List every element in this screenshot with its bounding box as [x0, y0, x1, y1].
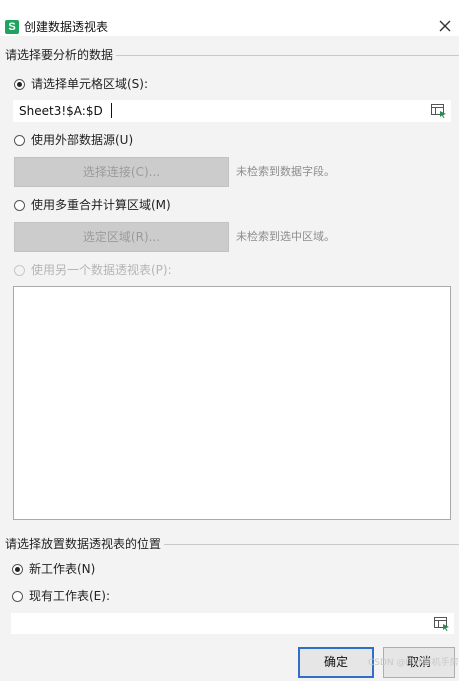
radio-other-pivot-table-indicator	[14, 264, 25, 276]
ok-button[interactable]: 确定	[298, 647, 374, 678]
radio-multiple-consolidation[interactable]: 使用多重合并计算区域(M)	[14, 197, 171, 213]
range-picker-icon[interactable]	[434, 617, 450, 631]
radio-select-range-label: 请选择单元格区域(S):	[31, 77, 149, 91]
radio-select-range[interactable]: 请选择单元格区域(S):	[14, 76, 148, 92]
radio-select-range-indicator[interactable]	[14, 78, 25, 90]
radio-new-worksheet-indicator[interactable]	[12, 563, 23, 575]
dialog-title: 创建数据透视表	[24, 20, 109, 34]
create-pivot-table-dialog: S 创建数据透视表 请选择要分析的数据 请选择单元格区域(S): Sheet3!…	[0, 0, 459, 681]
source-range-input[interactable]: Sheet3!$A:$D	[13, 100, 451, 122]
radio-external-source-label: 使用外部数据源(U)	[31, 133, 134, 147]
source-range-value: Sheet3!$A:$D	[19, 104, 103, 118]
radio-existing-worksheet-indicator[interactable]	[12, 590, 23, 602]
range-picker-icon[interactable]	[431, 104, 447, 118]
no-fields-hint: 未检索到数据字段。	[236, 165, 335, 178]
close-icon	[439, 20, 451, 32]
pivot-table-list[interactable]	[13, 286, 451, 520]
source-group-divider	[115, 55, 459, 56]
radio-external-source-indicator[interactable]	[14, 134, 25, 146]
radio-multiple-consolidation-label: 使用多重合并计算区域(M)	[31, 198, 171, 212]
radio-multiple-consolidation-indicator[interactable]	[14, 199, 25, 211]
title-bar: S 创建数据透视表	[0, 0, 459, 36]
radio-external-source[interactable]: 使用外部数据源(U)	[14, 132, 133, 148]
radio-existing-worksheet-label: 现有工作表(E):	[29, 589, 110, 603]
source-group-header: 请选择要分析的数据	[5, 48, 117, 62]
choose-connection-button: 选择连接(C)...	[14, 157, 229, 187]
text-caret	[111, 103, 112, 118]
radio-other-pivot-table-label: 使用另一个数据透视表(P):	[31, 263, 172, 277]
close-button[interactable]	[435, 16, 455, 36]
radio-new-worksheet[interactable]: 新工作表(N)	[12, 561, 95, 577]
radio-new-worksheet-label: 新工作表(N)	[29, 562, 96, 576]
existing-worksheet-input[interactable]	[11, 613, 454, 634]
radio-other-pivot-table: 使用另一个数据透视表(P):	[14, 262, 172, 278]
no-range-hint: 未检索到选中区域。	[236, 230, 335, 243]
radio-existing-worksheet[interactable]: 现有工作表(E):	[12, 588, 110, 604]
wps-spreadsheet-logo-icon: S	[5, 20, 19, 34]
location-group-header: 请选择放置数据透视表的位置	[5, 537, 165, 551]
select-range-button: 选定区域(R)...	[14, 222, 229, 252]
cancel-button[interactable]: 取消	[383, 647, 455, 678]
location-group-divider	[163, 544, 459, 545]
